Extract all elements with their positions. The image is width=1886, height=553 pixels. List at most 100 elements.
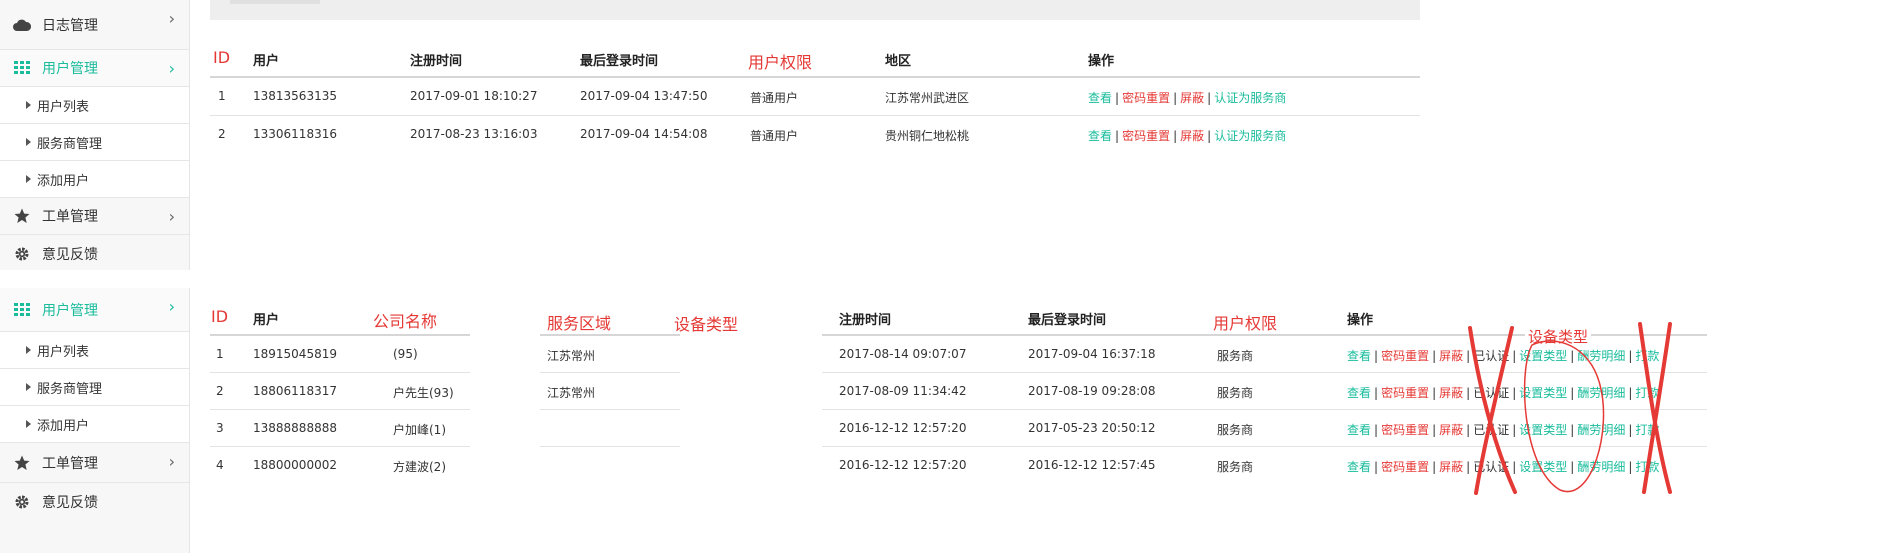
certified-label: 已认证 (1473, 423, 1510, 437)
col-header-permission: 用户权限 (1213, 314, 1278, 333)
cell-permission: 服务商 (1217, 349, 1254, 363)
sidebar-subitem-label: 用户列表 (37, 344, 90, 360)
reward-detail-link[interactable]: 酬劳明细 (1577, 349, 1625, 363)
view-link[interactable]: 查看 (1347, 423, 1371, 437)
block-link[interactable]: 屏蔽 (1439, 386, 1463, 400)
table-header-divider (210, 76, 1420, 78)
view-link[interactable]: 查看 (1347, 349, 1371, 363)
table-header-divider (210, 334, 470, 336)
sidebar-item-users[interactable]: 用户管理 › (0, 288, 189, 332)
reward-detail-link[interactable]: 酬劳明细 (1577, 386, 1625, 400)
sidebar-item-tickets[interactable]: 工单管理 › (0, 198, 189, 235)
sidebar-top: 日志管理 › 用户管理 › 用户列表 服务商管理 添加用户 工单管理 › 意见反… (0, 0, 190, 270)
gear-icon (12, 493, 32, 511)
set-device-type-link[interactable]: 设置类型 (1519, 423, 1567, 437)
cell-permission: 普通用户 (750, 91, 799, 105)
caret-right-icon (26, 101, 31, 109)
row-divider (822, 409, 1707, 410)
reset-password-link[interactable]: 密码重置 (1122, 91, 1170, 105)
block-link[interactable]: 屏蔽 (1439, 423, 1463, 437)
cell-permission: 服务商 (1217, 460, 1254, 474)
col-header-id: ID (213, 48, 231, 67)
set-device-type-link[interactable]: 设置类型 (1519, 460, 1567, 474)
certify-provider-link[interactable]: 认证为服务商 (1214, 91, 1286, 105)
sidebar-subitem-label: 服务商管理 (37, 136, 103, 152)
col-header-service-area: 服务区域 (547, 314, 612, 333)
cell-reg-time: 2016-12-12 12:57:20 (839, 458, 967, 472)
row-divider (540, 446, 680, 447)
row-actions: 查看 | 密码重置 | 屏蔽 | 已认证 | 设置类型 | 酬劳明细 | 打款 (1347, 349, 1660, 363)
sidebar-subitem-user-list[interactable]: 用户列表 (0, 332, 189, 369)
view-link[interactable]: 查看 (1347, 460, 1371, 474)
cell-company: 户加峰(1) (393, 423, 446, 437)
sidebar-subitem-add-user[interactable]: 添加用户 (0, 406, 189, 443)
reward-detail-link[interactable]: 酬劳明细 (1577, 423, 1625, 437)
sidebar-subitem-label: 用户列表 (37, 99, 90, 115)
reset-password-link[interactable]: 密码重置 (1381, 386, 1429, 400)
caret-right-icon (26, 138, 31, 146)
cell-user: 18806118317 (253, 384, 337, 398)
sidebar-item-users[interactable]: 用户管理 › (0, 50, 189, 87)
col-header-last-login: 最后登录时间 (580, 54, 659, 69)
block-link[interactable]: 屏蔽 (1439, 460, 1463, 474)
sidebar-subitem-provider-mgmt[interactable]: 服务商管理 (0, 369, 189, 406)
search-bar-area (210, 0, 1420, 20)
col-header-company: 公司名称 (373, 312, 438, 331)
caret-right-icon (26, 346, 31, 354)
cell-last-login: 2017-09-04 14:54:08 (580, 127, 708, 141)
cell-company: 方建波(2) (393, 460, 446, 474)
pay-link[interactable]: 打款 (1635, 386, 1659, 400)
sidebar-subitem-add-user[interactable]: 添加用户 (0, 161, 189, 198)
pay-link[interactable]: 打款 (1635, 460, 1659, 474)
view-link[interactable]: 查看 (1347, 386, 1371, 400)
col-header-reg-time: 注册时间 (839, 313, 892, 328)
block-link[interactable]: 屏蔽 (1439, 349, 1463, 363)
sidebar-subitem-provider-mgmt[interactable]: 服务商管理 (0, 124, 189, 161)
sidebar-subitem-label: 添加用户 (37, 418, 90, 434)
star-icon (12, 454, 32, 472)
reset-password-link[interactable]: 密码重置 (1381, 423, 1429, 437)
col-header-user: 用户 (253, 313, 280, 328)
reward-detail-link[interactable]: 酬劳明细 (1577, 460, 1625, 474)
search-bar-edge (230, 0, 320, 4)
cell-user: 13888888888 (253, 421, 337, 435)
row-divider (210, 409, 470, 410)
sidebar-item-feedback[interactable]: 意见反馈 (0, 235, 189, 272)
cell-last-login: 2017-09-04 13:47:50 (580, 89, 708, 103)
reset-password-link[interactable]: 密码重置 (1381, 349, 1429, 363)
row-divider (822, 372, 1707, 373)
sidebar-subitem-user-list[interactable]: 用户列表 (0, 87, 189, 124)
reset-password-link[interactable]: 密码重置 (1381, 460, 1429, 474)
sidebar-subitem-label: 服务商管理 (37, 381, 103, 397)
col-header-last-login: 最后登录时间 (1028, 313, 1107, 328)
row-actions: 查看 | 密码重置 | 屏蔽 | 认证为服务商 (1088, 129, 1287, 143)
certify-provider-link[interactable]: 认证为服务商 (1214, 129, 1286, 143)
col-header-reg-time: 注册时间 (410, 54, 463, 69)
sidebar-item-label: 用户管理 (42, 302, 98, 319)
view-link[interactable]: 查看 (1088, 129, 1112, 143)
sidebar-item-label: 意见反馈 (42, 494, 98, 511)
block-link[interactable]: 屏蔽 (1180, 91, 1204, 105)
row-divider (210, 446, 470, 447)
row-divider (822, 446, 1707, 447)
cell-id: 3 (216, 421, 224, 435)
block-link[interactable]: 屏蔽 (1180, 129, 1204, 143)
cell-reg-time: 2016-12-12 12:57:20 (839, 421, 967, 435)
cell-id: 2 (216, 384, 224, 398)
chevron-right-icon: › (168, 9, 175, 28)
sidebar-item-label: 工单管理 (42, 209, 98, 225)
view-link[interactable]: 查看 (1088, 91, 1112, 105)
cell-user: 13306118316 (253, 127, 337, 141)
certified-label: 已认证 (1473, 386, 1510, 400)
set-device-type-link[interactable]: 设置类型 (1519, 386, 1567, 400)
set-device-type-link[interactable]: 设置类型 (1519, 349, 1567, 363)
reset-password-link[interactable]: 密码重置 (1122, 129, 1170, 143)
table-header-divider (540, 334, 680, 336)
sidebar-item-logs[interactable]: 日志管理 › (0, 0, 189, 50)
sidebar-item-feedback[interactable]: 意见反馈 (0, 483, 189, 520)
pay-link[interactable]: 打款 (1635, 423, 1659, 437)
row-actions: 查看 | 密码重置 | 屏蔽 | 已认证 | 设置类型 | 酬劳明细 | 打款 (1347, 423, 1660, 437)
pay-link[interactable]: 打款 (1635, 349, 1659, 363)
col-header-permission: 用户权限 (748, 53, 813, 72)
sidebar-item-tickets[interactable]: 工单管理 › (0, 443, 189, 483)
